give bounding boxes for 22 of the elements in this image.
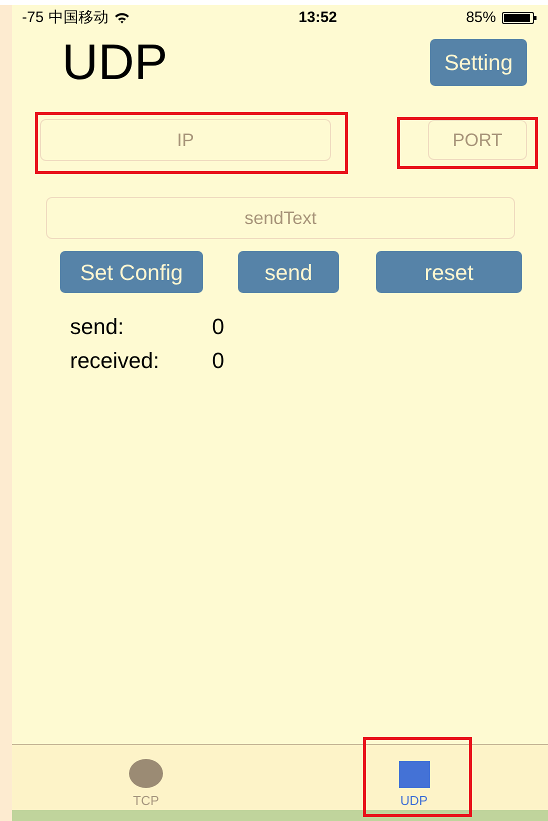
square-icon (398, 761, 430, 788)
carrier-name: 中国移动 (48, 8, 109, 28)
signal-strength: -75 (22, 8, 44, 28)
counter-label: received: (70, 347, 160, 374)
reset-button[interactable]: reset (376, 251, 522, 293)
port-input-field[interactable]: PORT (428, 120, 527, 160)
counter-label: send: (70, 313, 125, 340)
page-title: UDP (62, 37, 168, 87)
set-config-button[interactable]: Set Config (60, 251, 203, 293)
send-button[interactable]: send (238, 251, 339, 293)
battery-percent: 85% (466, 8, 496, 28)
circle-icon (129, 759, 163, 788)
wifi-icon (114, 12, 130, 24)
ip-input-field[interactable]: IP (40, 119, 331, 161)
send-text-field[interactable]: sendText (46, 197, 515, 239)
setting-button[interactable]: Setting (430, 38, 527, 86)
counter-value: 0 (212, 313, 224, 340)
counter-value: 0 (212, 347, 224, 374)
battery-icon (502, 11, 538, 25)
clock-time: 13:52 (298, 8, 338, 28)
tab-item[interactable]: UDP (280, 745, 548, 810)
tab-item[interactable]: TCP (12, 745, 280, 810)
